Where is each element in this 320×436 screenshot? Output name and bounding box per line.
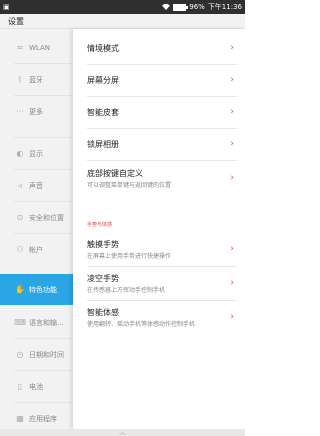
- page-title: 设置: [0, 14, 245, 29]
- sidebar-item-label: 声音: [29, 181, 43, 190]
- sidebar-item-wlan[interactable]: ≈ WLAN: [0, 32, 77, 63]
- sidebar-item-label: 安全和位置: [29, 213, 64, 222]
- features-panel: 情境模式 › 屏幕分屏 › 智能皮套 › 锁屏相册 › 底部按键自定义 可以调整…: [73, 29, 245, 429]
- item-title: 情境模式: [87, 43, 119, 53]
- sidebar-item-label: 电池: [29, 382, 43, 391]
- sidebar-item-label: 蓝牙: [29, 75, 43, 84]
- keyboard-icon: ⌨: [14, 318, 26, 327]
- sidebar-item-bluetooth[interactable]: ᛒ 蓝牙: [0, 64, 77, 95]
- hand-icon: ✋: [15, 285, 25, 294]
- chevron-right-icon: ›: [230, 107, 234, 117]
- sidebar-item-label: 更多: [29, 107, 43, 116]
- location-icon: ⊙: [16, 213, 24, 222]
- sidebar-item-sound[interactable]: ◃ 声音: [0, 170, 77, 201]
- item-subtitle: 在传感器上方挥动手控制手机: [87, 286, 166, 294]
- sidebar-item-more[interactable]: ··· 更多: [0, 96, 77, 127]
- chevron-right-icon: ›: [230, 278, 234, 288]
- sidebar-item-label: 日期和时间: [29, 350, 64, 359]
- sidebar-item-label: 特色功能: [29, 285, 57, 294]
- sidebar-item-language-input[interactable]: ⌨ 语言和输...: [0, 307, 77, 338]
- sidebar-item-label: 帐户: [29, 245, 43, 254]
- section-header-gestures: 手势与体感: [87, 222, 113, 228]
- item-title: 智能体感: [87, 307, 119, 317]
- item-title: 智能皮套: [87, 107, 119, 117]
- sidebar-item-label: 显示: [29, 149, 43, 158]
- apps-icon: ▦: [16, 414, 24, 423]
- chevron-right-icon: ›: [230, 312, 234, 322]
- item-title: 凌空手势: [87, 273, 119, 283]
- chevron-right-icon: ›: [230, 43, 234, 53]
- chevron-right-icon: ›: [230, 139, 234, 149]
- battery-icon: [173, 3, 189, 11]
- sidebar-item-label: WLAN: [29, 43, 51, 52]
- item-subtitle: 在屏幕上使用手势进行快捷操作: [87, 252, 172, 260]
- chevron-right-icon: ›: [230, 75, 234, 85]
- item-title: 屏幕分屏: [87, 75, 119, 85]
- item-subtitle: 使用翻转、摇动手机等体感动作控制手机: [87, 320, 196, 328]
- bluetooth-icon: ᛒ: [17, 75, 23, 84]
- sidebar-item-battery[interactable]: ▯ 电池: [0, 371, 77, 402]
- wifi-icon: [162, 3, 171, 12]
- list-item-split-screen[interactable]: 屏幕分屏 ›: [73, 65, 245, 95]
- chevron-up-icon: ︿: [119, 428, 126, 436]
- battery-icon: ▯: [17, 382, 23, 391]
- item-title: 触摸手势: [87, 239, 119, 249]
- display-icon: ◐: [16, 149, 24, 158]
- chevron-right-icon: ›: [230, 173, 234, 183]
- sidebar-item-security-location[interactable]: ⊙ 安全和位置: [0, 202, 77, 233]
- bottom-handle[interactable]: ︿: [0, 429, 245, 436]
- clock: 下午11:36: [207, 3, 242, 11]
- battery-percent: 96%: [189, 3, 205, 11]
- more-icon: ···: [16, 107, 24, 116]
- item-title: 底部按键自定义: [87, 168, 143, 178]
- list-item-touch-gestures[interactable]: 触摸手势 在屏幕上使用手势进行快捷操作 ›: [73, 233, 245, 265]
- list-item-scene-mode[interactable]: 情境模式 ›: [73, 33, 245, 63]
- sidebar-item-date-time[interactable]: ◷ 日期和时间: [0, 339, 77, 370]
- item-title: 锁屏相册: [87, 139, 119, 149]
- list-item-bottom-keys[interactable]: 底部按键自定义 可以调整菜单键与返回键的位置 ›: [73, 161, 245, 195]
- list-item-lockscreen-album[interactable]: 锁屏相册 ›: [73, 129, 245, 159]
- settings-sidebar: ≈ WLAN ᛒ 蓝牙 ··· 更多 ◐ 显示 ◃ 声音 ⊙ 安全和位置 ⚇ 帐…: [0, 29, 77, 436]
- item-subtitle: 可以调整菜单键与返回键的位置: [87, 181, 172, 189]
- sidebar-item-display[interactable]: ◐ 显示: [0, 138, 77, 169]
- wifi-icon: ≈: [16, 43, 24, 52]
- list-item-air-gestures[interactable]: 凌空手势 在传感器上方挥动手控制手机 ›: [73, 267, 245, 299]
- speaker-icon: ◃: [17, 181, 22, 190]
- notification-icon: ▣: [3, 3, 10, 11]
- status-bar: ▣ 96% 下午11:36: [0, 0, 245, 14]
- chevron-right-icon: ›: [230, 244, 234, 254]
- clock-icon: ◷: [16, 350, 24, 359]
- list-item-smart-cover[interactable]: 智能皮套 ›: [73, 97, 245, 127]
- account-icon: ⚇: [16, 245, 24, 254]
- sidebar-item-label: 应用程序: [29, 414, 57, 423]
- list-item-smart-motion[interactable]: 智能体感 使用翻转、摇动手机等体感动作控制手机 ›: [73, 301, 245, 333]
- sidebar-item-label: 语言和输...: [29, 318, 64, 327]
- sidebar-item-accounts[interactable]: ⚇ 帐户: [0, 234, 77, 265]
- sidebar-item-features[interactable]: ✋ 特色功能: [0, 274, 77, 305]
